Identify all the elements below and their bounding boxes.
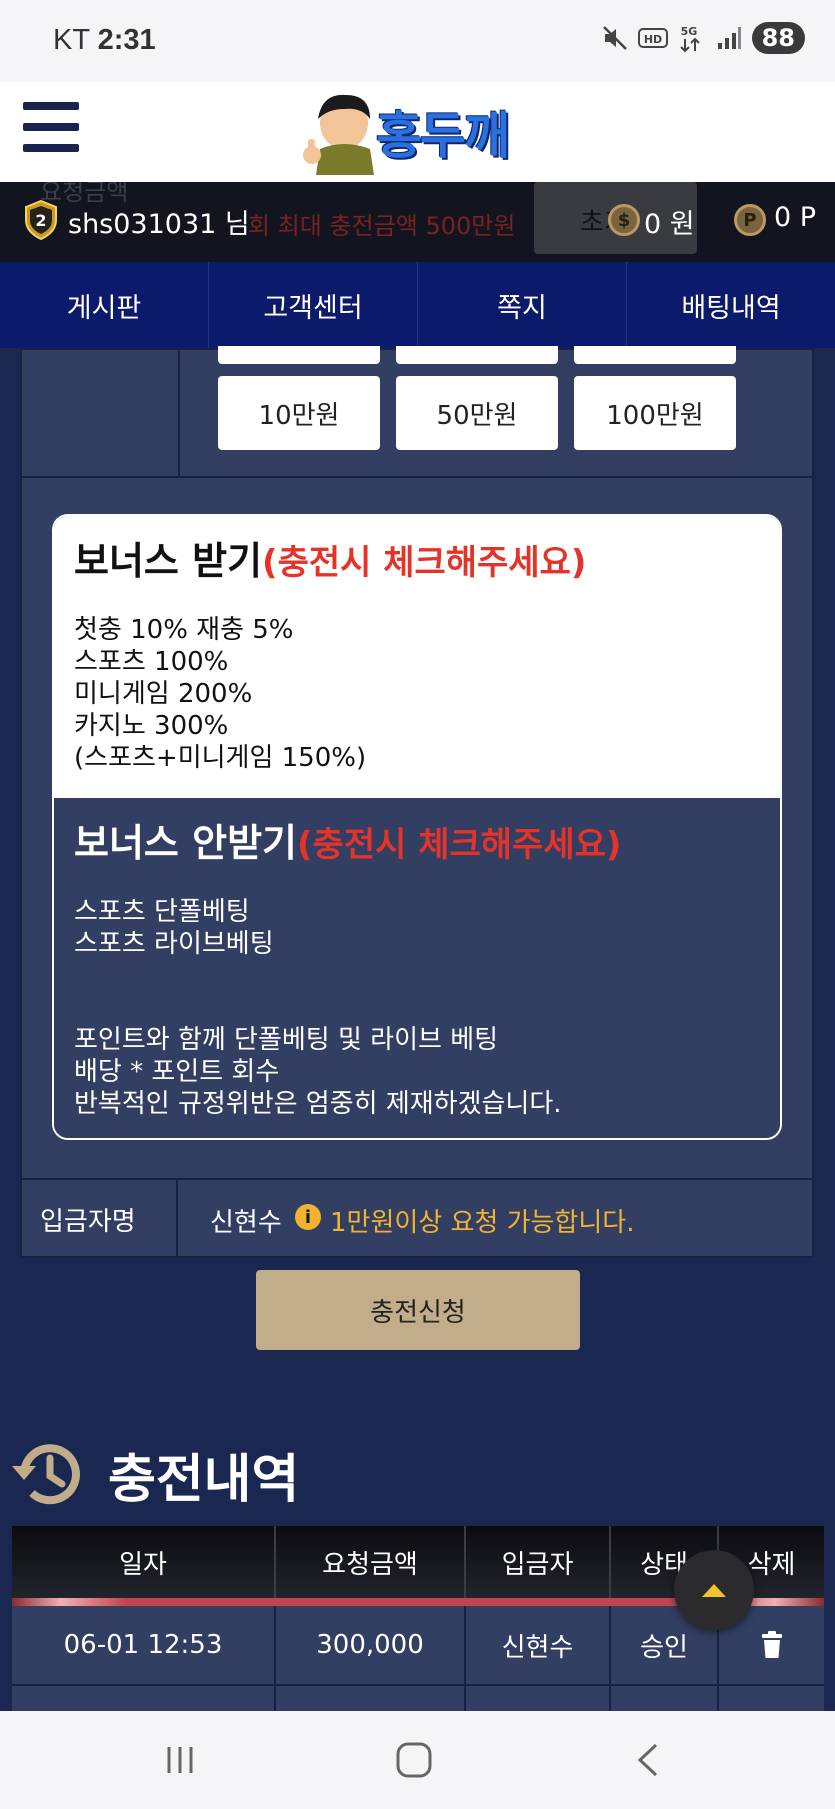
warning-line: 배당 * 포인트 회수 xyxy=(74,1057,280,1087)
bonus-none-lines: 스포츠 단폴베팅 스포츠 라이브베팅 xyxy=(74,896,274,960)
home-icon xyxy=(396,1742,432,1778)
col-depositor: 입금자 xyxy=(466,1526,611,1598)
bonus-line: 스포츠 라이브베팅 xyxy=(74,929,274,959)
recents-button[interactable] xyxy=(150,1735,210,1785)
bonus-line: 카지노 300% xyxy=(74,711,229,741)
hd-icon: HD xyxy=(637,23,668,53)
history-heading: 충전내역 xyxy=(10,1436,299,1512)
svg-text:HD: HD xyxy=(643,33,661,46)
bonus-receive-title-text: 보너스 받기 xyxy=(74,539,263,583)
tab-customer-center[interactable]: 고객센터 xyxy=(209,262,418,348)
tab-betting-history[interactable]: 배팅내역 xyxy=(627,262,835,348)
warning-line: 반복적인 규정위반은 엄중히 제재하겠습니다. xyxy=(74,1089,562,1119)
warning-line: 포인트와 함께 단폴베팅 및 라이브 베팅 xyxy=(74,1025,499,1055)
bonus-line: (스포츠+미니게임 150%) xyxy=(74,743,367,773)
bonus-line: 미니게임 200% xyxy=(74,679,253,709)
cell-empty xyxy=(12,1686,276,1714)
bonus-none-note: (충전시 체크해주세요) xyxy=(297,825,622,865)
bonus-line: 스포츠 100% xyxy=(74,647,229,677)
charge-submit-button[interactable]: 충전신청 xyxy=(256,1270,580,1350)
bonus-receive-option[interactable]: 보너스 받기(충전시 체크해주세요) 첫충 10% 재충 5% 스포츠 100%… xyxy=(54,516,780,798)
amount-button-partial[interactable] xyxy=(396,346,558,364)
bonus-none-title-text: 보너스 안받기 xyxy=(74,821,297,865)
row-divider xyxy=(180,476,816,478)
amount-button-partial[interactable] xyxy=(574,346,736,364)
bonus-line: 스포츠 단폴베팅 xyxy=(74,897,250,927)
bonus-warning-lines: 포인트와 함께 단폴베팅 및 라이브 베팅 배당 * 포인트 회수 반복적인 규… xyxy=(74,1024,562,1120)
bonus-receive-note: (충전시 체크해주세요) xyxy=(262,543,587,583)
level-badge-icon: 2 xyxy=(25,200,57,240)
signal-icon xyxy=(714,23,744,53)
5g-icon: 5G xyxy=(676,23,706,53)
amount-button-partial[interactable] xyxy=(218,346,380,364)
cell-depositor: 신현수 xyxy=(466,1606,611,1684)
svg-text:5G: 5G xyxy=(680,25,697,38)
col-date: 일자 xyxy=(12,1526,276,1598)
charge-form-panel: 10만원 50만원 100만원 보너스 받기(충전시 체크해주세요) 첫충 10… xyxy=(20,346,816,1258)
amount-button-1m[interactable]: 100만원 xyxy=(574,376,736,450)
level-number: 2 xyxy=(35,211,46,230)
depositor-row: 입금자명 신현수 i 1만원이상 요청 가능합니다. xyxy=(20,1178,814,1258)
money-balance[interactable]: 0 원 xyxy=(644,202,695,241)
depositor-name: 신현수 xyxy=(210,1208,282,1238)
cell-date: 06-01 12:53 xyxy=(12,1606,276,1684)
back-icon xyxy=(637,1743,658,1777)
coin-icon: $ xyxy=(608,204,640,236)
depositor-label: 입금자명 xyxy=(20,1180,178,1258)
carrier: KT xyxy=(53,24,90,56)
cell-empty xyxy=(611,1686,719,1714)
point-balance[interactable]: 0 P xyxy=(774,202,816,233)
site-logo[interactable]: 홍두깨 xyxy=(298,88,538,176)
mute-icon xyxy=(600,23,630,53)
logo-text: 홍두깨 xyxy=(376,107,510,165)
logo-character-icon xyxy=(303,94,374,175)
user-bar: 요청금액 회 최대 충전금액 500만원 초기 2 shs031031 님 $ … xyxy=(0,182,835,262)
history-title: 충전내역 xyxy=(108,1449,300,1510)
tab-messages[interactable]: 쪽지 xyxy=(418,262,627,348)
main-nav: 게시판 고객센터 쪽지 배팅내역 xyxy=(0,262,835,348)
bonus-none-option[interactable]: 보너스 안받기(충전시 체크해주세요) 스포츠 단폴베팅 스포츠 라이브베팅 포… xyxy=(54,798,780,1138)
history-icon xyxy=(12,1444,80,1505)
col-amount: 요청금액 xyxy=(276,1526,466,1598)
tab-board[interactable]: 게시판 xyxy=(0,262,209,348)
cell-empty xyxy=(719,1686,824,1714)
amount-button-100k[interactable]: 10만원 xyxy=(218,376,380,450)
bonus-receive-lines: 첫충 10% 재충 5% 스포츠 100% 미니게임 200% 카지노 300%… xyxy=(74,614,366,774)
bonus-line: 첫충 10% 재충 5% xyxy=(74,615,294,645)
bonus-options: 보너스 받기(충전시 체크해주세요) 첫충 10% 재충 5% 스포츠 100%… xyxy=(52,514,782,1140)
amount-label-cell xyxy=(22,350,180,478)
scroll-top-button[interactable] xyxy=(674,1550,754,1630)
status-bar: KT 2:31 HD 5G 88 xyxy=(0,0,835,82)
app-header: 홍두깨 xyxy=(0,82,835,182)
recents-icon xyxy=(167,1747,193,1773)
trash-icon[interactable] xyxy=(760,1631,784,1659)
system-nav-bar xyxy=(0,1711,835,1809)
carrier-time: KT 2:31 xyxy=(53,24,156,57)
depositor-note: 1만원이상 요청 가능합니다. xyxy=(330,1208,635,1238)
cell-empty xyxy=(466,1686,611,1714)
bonus-receive-title: 보너스 받기(충전시 체크해주세요) xyxy=(74,530,586,585)
clock: 2:31 xyxy=(97,24,156,56)
cell-empty xyxy=(276,1686,466,1714)
info-icon: i xyxy=(295,1204,321,1230)
amount-button-500k[interactable]: 50만원 xyxy=(396,376,558,450)
hamburger-icon[interactable] xyxy=(23,102,79,152)
username[interactable]: shs031031 님 xyxy=(68,202,250,241)
status-icons: HD 5G 88 xyxy=(600,22,805,54)
chevron-up-icon xyxy=(702,1584,726,1597)
cell-amount: 300,000 xyxy=(276,1606,466,1684)
battery-indicator: 88 xyxy=(751,22,805,54)
bonus-none-title: 보너스 안받기(충전시 체크해주세요) xyxy=(74,812,621,867)
home-button[interactable] xyxy=(384,1735,444,1785)
point-icon: P xyxy=(734,204,766,236)
back-button[interactable] xyxy=(618,1735,678,1785)
overlap-notice: 회 최대 충전금액 500만원 xyxy=(248,212,516,240)
